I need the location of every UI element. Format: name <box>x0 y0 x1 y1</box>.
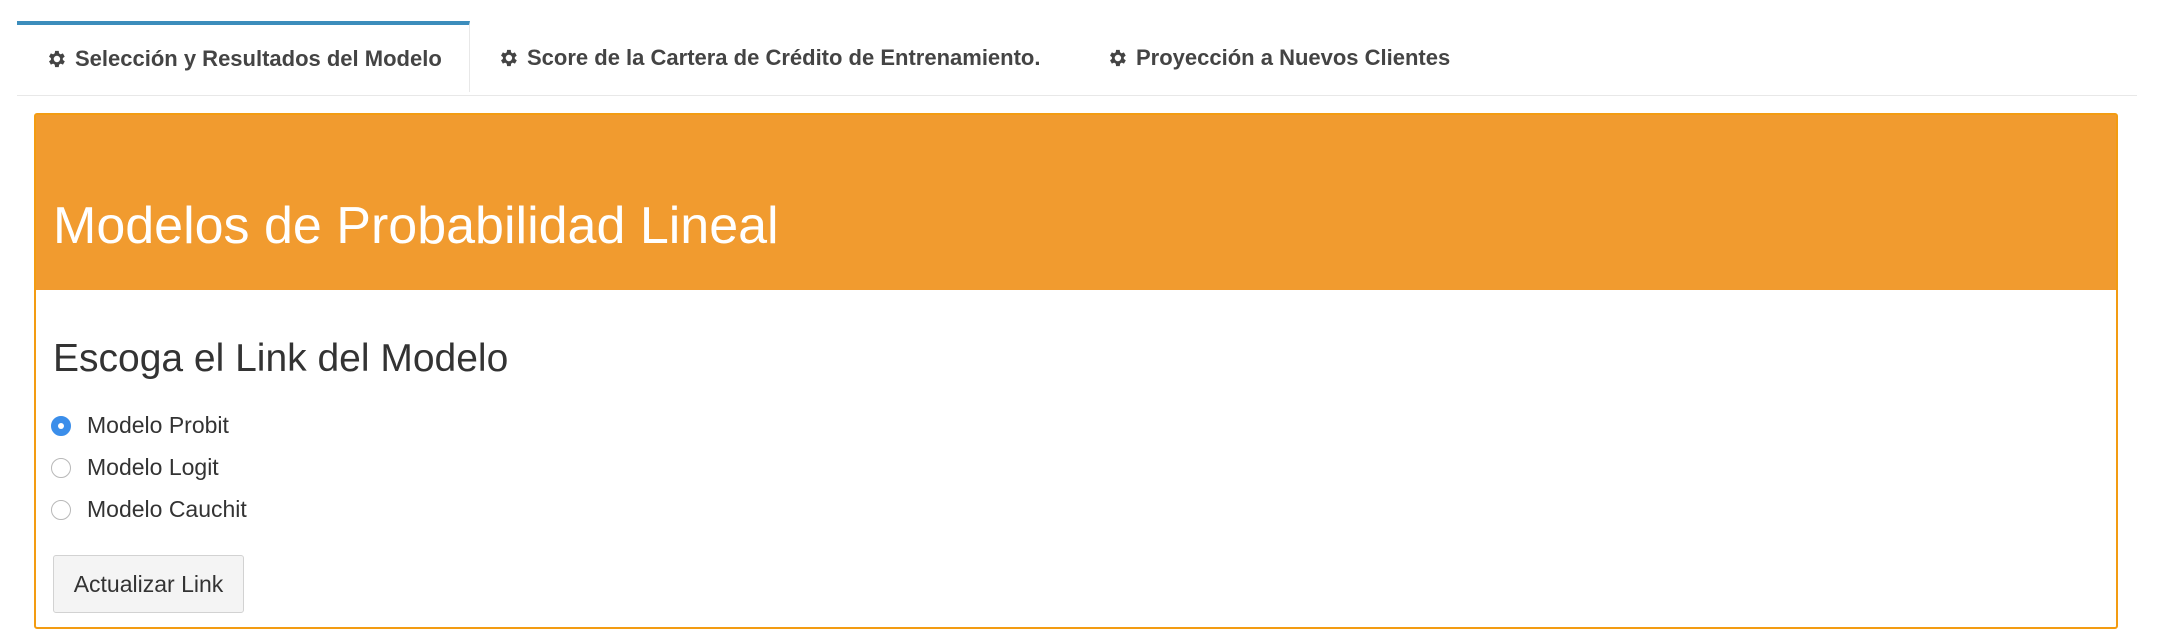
radio-label: Modelo Probit <box>87 412 229 438</box>
gear-icon <box>1106 47 1128 69</box>
panel-header: Modelos de Probabilidad Lineal <box>36 115 2116 290</box>
radio-button[interactable] <box>51 499 71 520</box>
radio-option-cauchit[interactable]: Modelo Cauchit <box>51 496 247 523</box>
panel-title: Modelos de Probabilidad Lineal <box>53 197 779 255</box>
tab-seleccion-resultados[interactable]: Selección y Resultados del Modelo <box>17 21 470 92</box>
tab-score-cartera[interactable]: Score de la Cartera de Crédito de Entren… <box>497 21 1040 95</box>
radio-label: Modelo Logit <box>87 454 219 480</box>
radio-option-logit[interactable]: Modelo Logit <box>51 454 219 481</box>
radio-label: Modelo Cauchit <box>87 496 247 522</box>
tab-label: Selección y Resultados del Modelo <box>75 45 442 71</box>
tab-label: Score de la Cartera de Crédito de Entren… <box>527 45 1041 70</box>
radio-option-probit[interactable]: Modelo Probit <box>51 412 229 439</box>
gear-icon <box>497 47 519 69</box>
update-link-button[interactable]: Actualizar Link <box>53 555 244 613</box>
gear-icon <box>45 48 67 70</box>
tab-label: Proyección a Nuevos Clientes <box>1136 45 1451 70</box>
radio-button[interactable] <box>51 457 71 478</box>
radio-button[interactable] <box>51 415 71 436</box>
model-panel: Modelos de Probabilidad Lineal Escoga el… <box>34 113 2118 629</box>
section-title: Escoga el Link del Modelo <box>53 337 509 380</box>
tab-bar: Selección y Resultados del Modelo Score … <box>17 21 2137 96</box>
tab-proyeccion-clientes[interactable]: Proyección a Nuevos Clientes <box>1106 21 1450 95</box>
